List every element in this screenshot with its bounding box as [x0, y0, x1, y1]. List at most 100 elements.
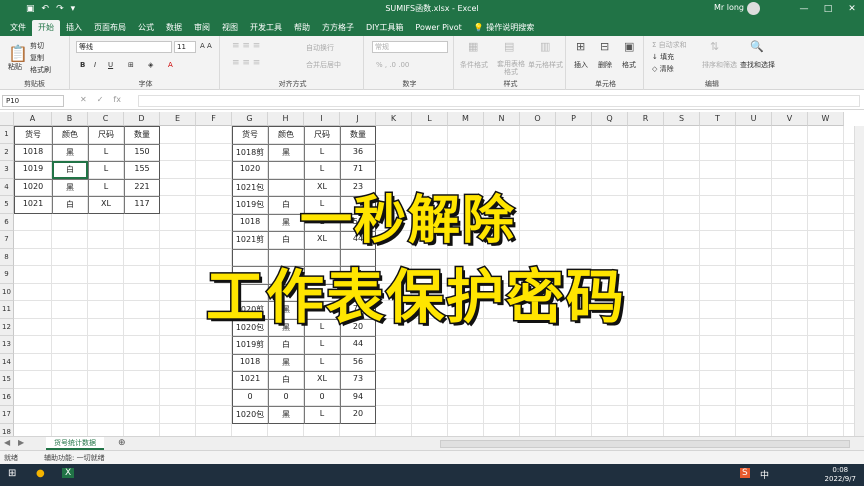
user-name[interactable]: Mr long [714, 3, 744, 12]
close-icon[interactable]: ✕ [840, 0, 864, 18]
font-name-select[interactable]: 等线 [76, 41, 172, 53]
format-cells-icon[interactable]: ▣ [624, 40, 634, 53]
column-header[interactable]: W [808, 112, 844, 126]
table-cell[interactable]: 1019 [14, 164, 52, 173]
status-accessibility[interactable]: 辅助功能: 一切就绪 [44, 453, 105, 463]
select-all-corner[interactable] [0, 112, 14, 126]
row-header[interactable]: 9 [0, 266, 14, 284]
format-painter-button[interactable]: 格式刷 [30, 65, 51, 75]
table-cell[interactable]: XL [304, 374, 340, 383]
clear-button[interactable]: ◇ 清除 [652, 64, 674, 74]
column-header[interactable]: O [520, 112, 556, 126]
vertical-scrollbar[interactable] [854, 126, 864, 436]
row-header[interactable]: 3 [0, 161, 14, 179]
insert-cells-icon[interactable]: ⊞ [576, 40, 585, 53]
add-sheet-icon[interactable]: ⊕ [118, 438, 126, 448]
table-cell[interactable]: 1021剪 [232, 234, 268, 245]
table-cell[interactable]: 1020 [14, 182, 52, 191]
table-cell[interactable]: 白 [268, 234, 304, 245]
column-header[interactable]: M [448, 112, 484, 126]
column-header[interactable]: F [196, 112, 232, 126]
row-header[interactable]: 16 [0, 388, 14, 406]
sort-filter-icon[interactable]: ⇅ [710, 40, 719, 53]
font-size-select[interactable]: 11 [174, 41, 196, 53]
table-cell[interactable]: 数量 [340, 129, 376, 140]
table-cell[interactable]: 颜色 [268, 129, 304, 140]
wrap-text-button[interactable]: 自动换行 [306, 43, 334, 53]
table-cell[interactable]: 尺码 [304, 129, 340, 140]
row-header[interactable]: 8 [0, 248, 14, 266]
table-cell[interactable]: L [304, 147, 340, 156]
font-color-icon[interactable]: A [168, 61, 173, 69]
table-cell[interactable]: 1018 [14, 147, 52, 156]
delete-cells-icon[interactable]: ⊟ [600, 40, 609, 53]
taskbar-clock[interactable]: 0:08 2022/9/7 [825, 466, 856, 484]
table-cell[interactable]: 白 [268, 374, 304, 385]
table-cell[interactable]: 1020 [232, 164, 268, 173]
table-cell[interactable]: 黑 [268, 217, 304, 228]
table-cell[interactable]: L [304, 357, 340, 366]
column-header[interactable]: K [376, 112, 412, 126]
column-header[interactable]: S [664, 112, 700, 126]
table-format-button[interactable]: 套用表格格式 [496, 60, 526, 76]
table-cell[interactable]: L [304, 339, 340, 348]
table-cell[interactable]: 56 [340, 357, 376, 366]
column-header[interactable]: N [484, 112, 520, 126]
cut-button[interactable]: 剪切 [30, 41, 44, 51]
ime-mode[interactable]: 中 [760, 468, 769, 481]
excel-taskbar-icon[interactable]: X [62, 468, 75, 478]
avatar[interactable] [747, 2, 760, 15]
table-format-icon[interactable]: ▤ [504, 40, 514, 53]
grow-font-icon[interactable]: A A [200, 42, 212, 50]
horizontal-scrollbar[interactable] [440, 440, 850, 448]
autosum-button[interactable]: Σ 自动求和 [652, 40, 687, 50]
row-header[interactable]: 6 [0, 213, 14, 231]
italic-icon[interactable]: I [94, 61, 96, 69]
table-cell[interactable]: 1018剪 [232, 147, 268, 158]
column-header[interactable]: Q [592, 112, 628, 126]
table-cell[interactable]: 货号 [14, 129, 52, 140]
maximize-icon[interactable]: □ [816, 0, 840, 18]
tab-review[interactable]: 审阅 [188, 20, 216, 36]
find-select-icon[interactable]: 🔍 [750, 40, 764, 53]
paste-icon[interactable]: 📋 [8, 44, 28, 63]
table-cell[interactable]: 白 [268, 199, 304, 210]
table-cell[interactable]: L [88, 182, 124, 191]
column-header[interactable]: I [304, 112, 340, 126]
table-cell[interactable]: 白 [268, 339, 304, 350]
tab-search[interactable]: 💡 操作说明搜索 [468, 20, 541, 36]
row-header[interactable]: 17 [0, 406, 14, 424]
table-cell[interactable]: 尺码 [88, 129, 124, 140]
fx-icon[interactable]: fx [113, 95, 121, 104]
cell-style-button[interactable]: 单元格样式 [528, 60, 563, 70]
column-header[interactable]: U [736, 112, 772, 126]
row-header[interactable]: 12 [0, 318, 14, 336]
fill-color-icon[interactable]: ◈ [148, 61, 153, 69]
border-icon[interactable]: ⊞ [128, 61, 134, 69]
table-cell[interactable]: 150 [124, 147, 160, 156]
table-cell[interactable]: 155 [124, 164, 160, 173]
copy-button[interactable]: 复制 [30, 53, 44, 63]
bold-icon[interactable]: B [80, 61, 85, 69]
column-header[interactable]: D [124, 112, 160, 126]
column-header[interactable]: H [268, 112, 304, 126]
table-cell[interactable]: 20 [340, 409, 376, 418]
insert-cells-button[interactable]: 插入 [574, 60, 588, 70]
sort-filter-button[interactable]: 排序和筛选 [702, 60, 737, 70]
column-header[interactable]: G [232, 112, 268, 126]
table-cell[interactable]: 黑 [52, 182, 88, 193]
table-cell[interactable]: 71 [340, 164, 376, 173]
merge-center-button[interactable]: 合并后居中 [306, 60, 341, 70]
percent-icon[interactable]: % , .0 .00 [376, 61, 409, 69]
tab-page-layout[interactable]: 页面布局 [88, 20, 132, 36]
table-cell[interactable]: 1021包 [232, 182, 268, 193]
tab-help[interactable]: 帮助 [288, 20, 316, 36]
paste-label[interactable]: 粘贴 [8, 62, 22, 72]
table-cell[interactable]: 117 [124, 199, 160, 208]
column-header[interactable]: C [88, 112, 124, 126]
fill-button[interactable]: ↓ 填充 [652, 52, 674, 62]
table-cell[interactable]: L [304, 409, 340, 418]
table-cell[interactable]: 1018 [232, 217, 268, 226]
table-cell[interactable]: 黑 [268, 409, 304, 420]
format-cells-button[interactable]: 格式 [622, 60, 636, 70]
